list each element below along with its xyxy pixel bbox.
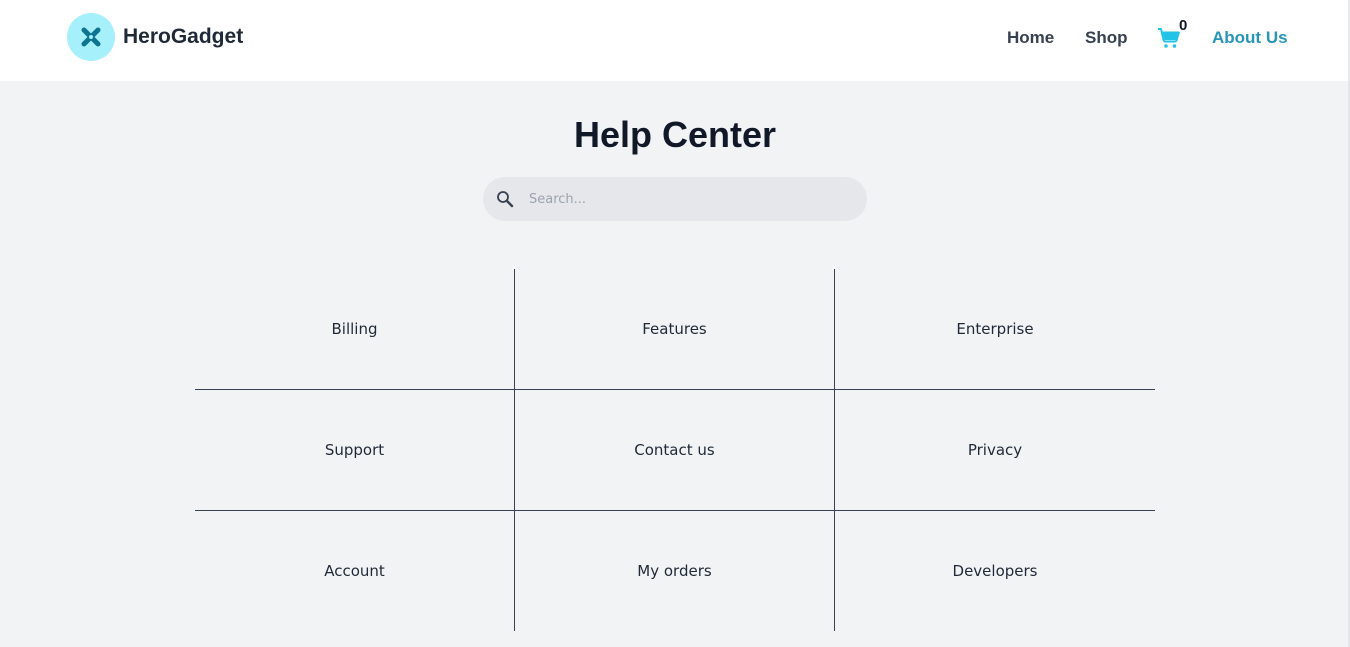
topic-account[interactable]: Account: [195, 511, 515, 631]
topic-enterprise[interactable]: Enterprise: [835, 269, 1155, 390]
nav-links: Home Shop 0 About Us: [0, 0, 1350, 81]
top-navbar: HeroGadget Home Shop 0 About Us: [0, 0, 1350, 81]
topic-features[interactable]: Features: [515, 269, 835, 390]
topic-billing[interactable]: Billing: [195, 269, 515, 390]
help-topics-grid: Billing Features Enterprise Support Cont…: [195, 269, 1155, 631]
topic-developers[interactable]: Developers: [835, 511, 1155, 631]
shopping-cart-icon: [1158, 28, 1180, 48]
cart-count-badge: 0: [1179, 17, 1188, 34]
page-title: Help Center: [573, 114, 777, 155]
nav-shop-link[interactable]: Shop: [1085, 27, 1128, 49]
topic-contact-us[interactable]: Contact us: [515, 390, 835, 511]
topic-privacy[interactable]: Privacy: [835, 390, 1155, 511]
nav-about-link[interactable]: About Us: [1212, 27, 1288, 49]
nav-home-link[interactable]: Home: [1007, 27, 1054, 49]
cart-button[interactable]: [1157, 26, 1181, 50]
search-icon: [497, 191, 514, 208]
search-bar[interactable]: [483, 177, 867, 221]
topic-my-orders[interactable]: My orders: [515, 511, 835, 631]
topic-support[interactable]: Support: [195, 390, 515, 511]
search-input[interactable]: [523, 177, 853, 221]
